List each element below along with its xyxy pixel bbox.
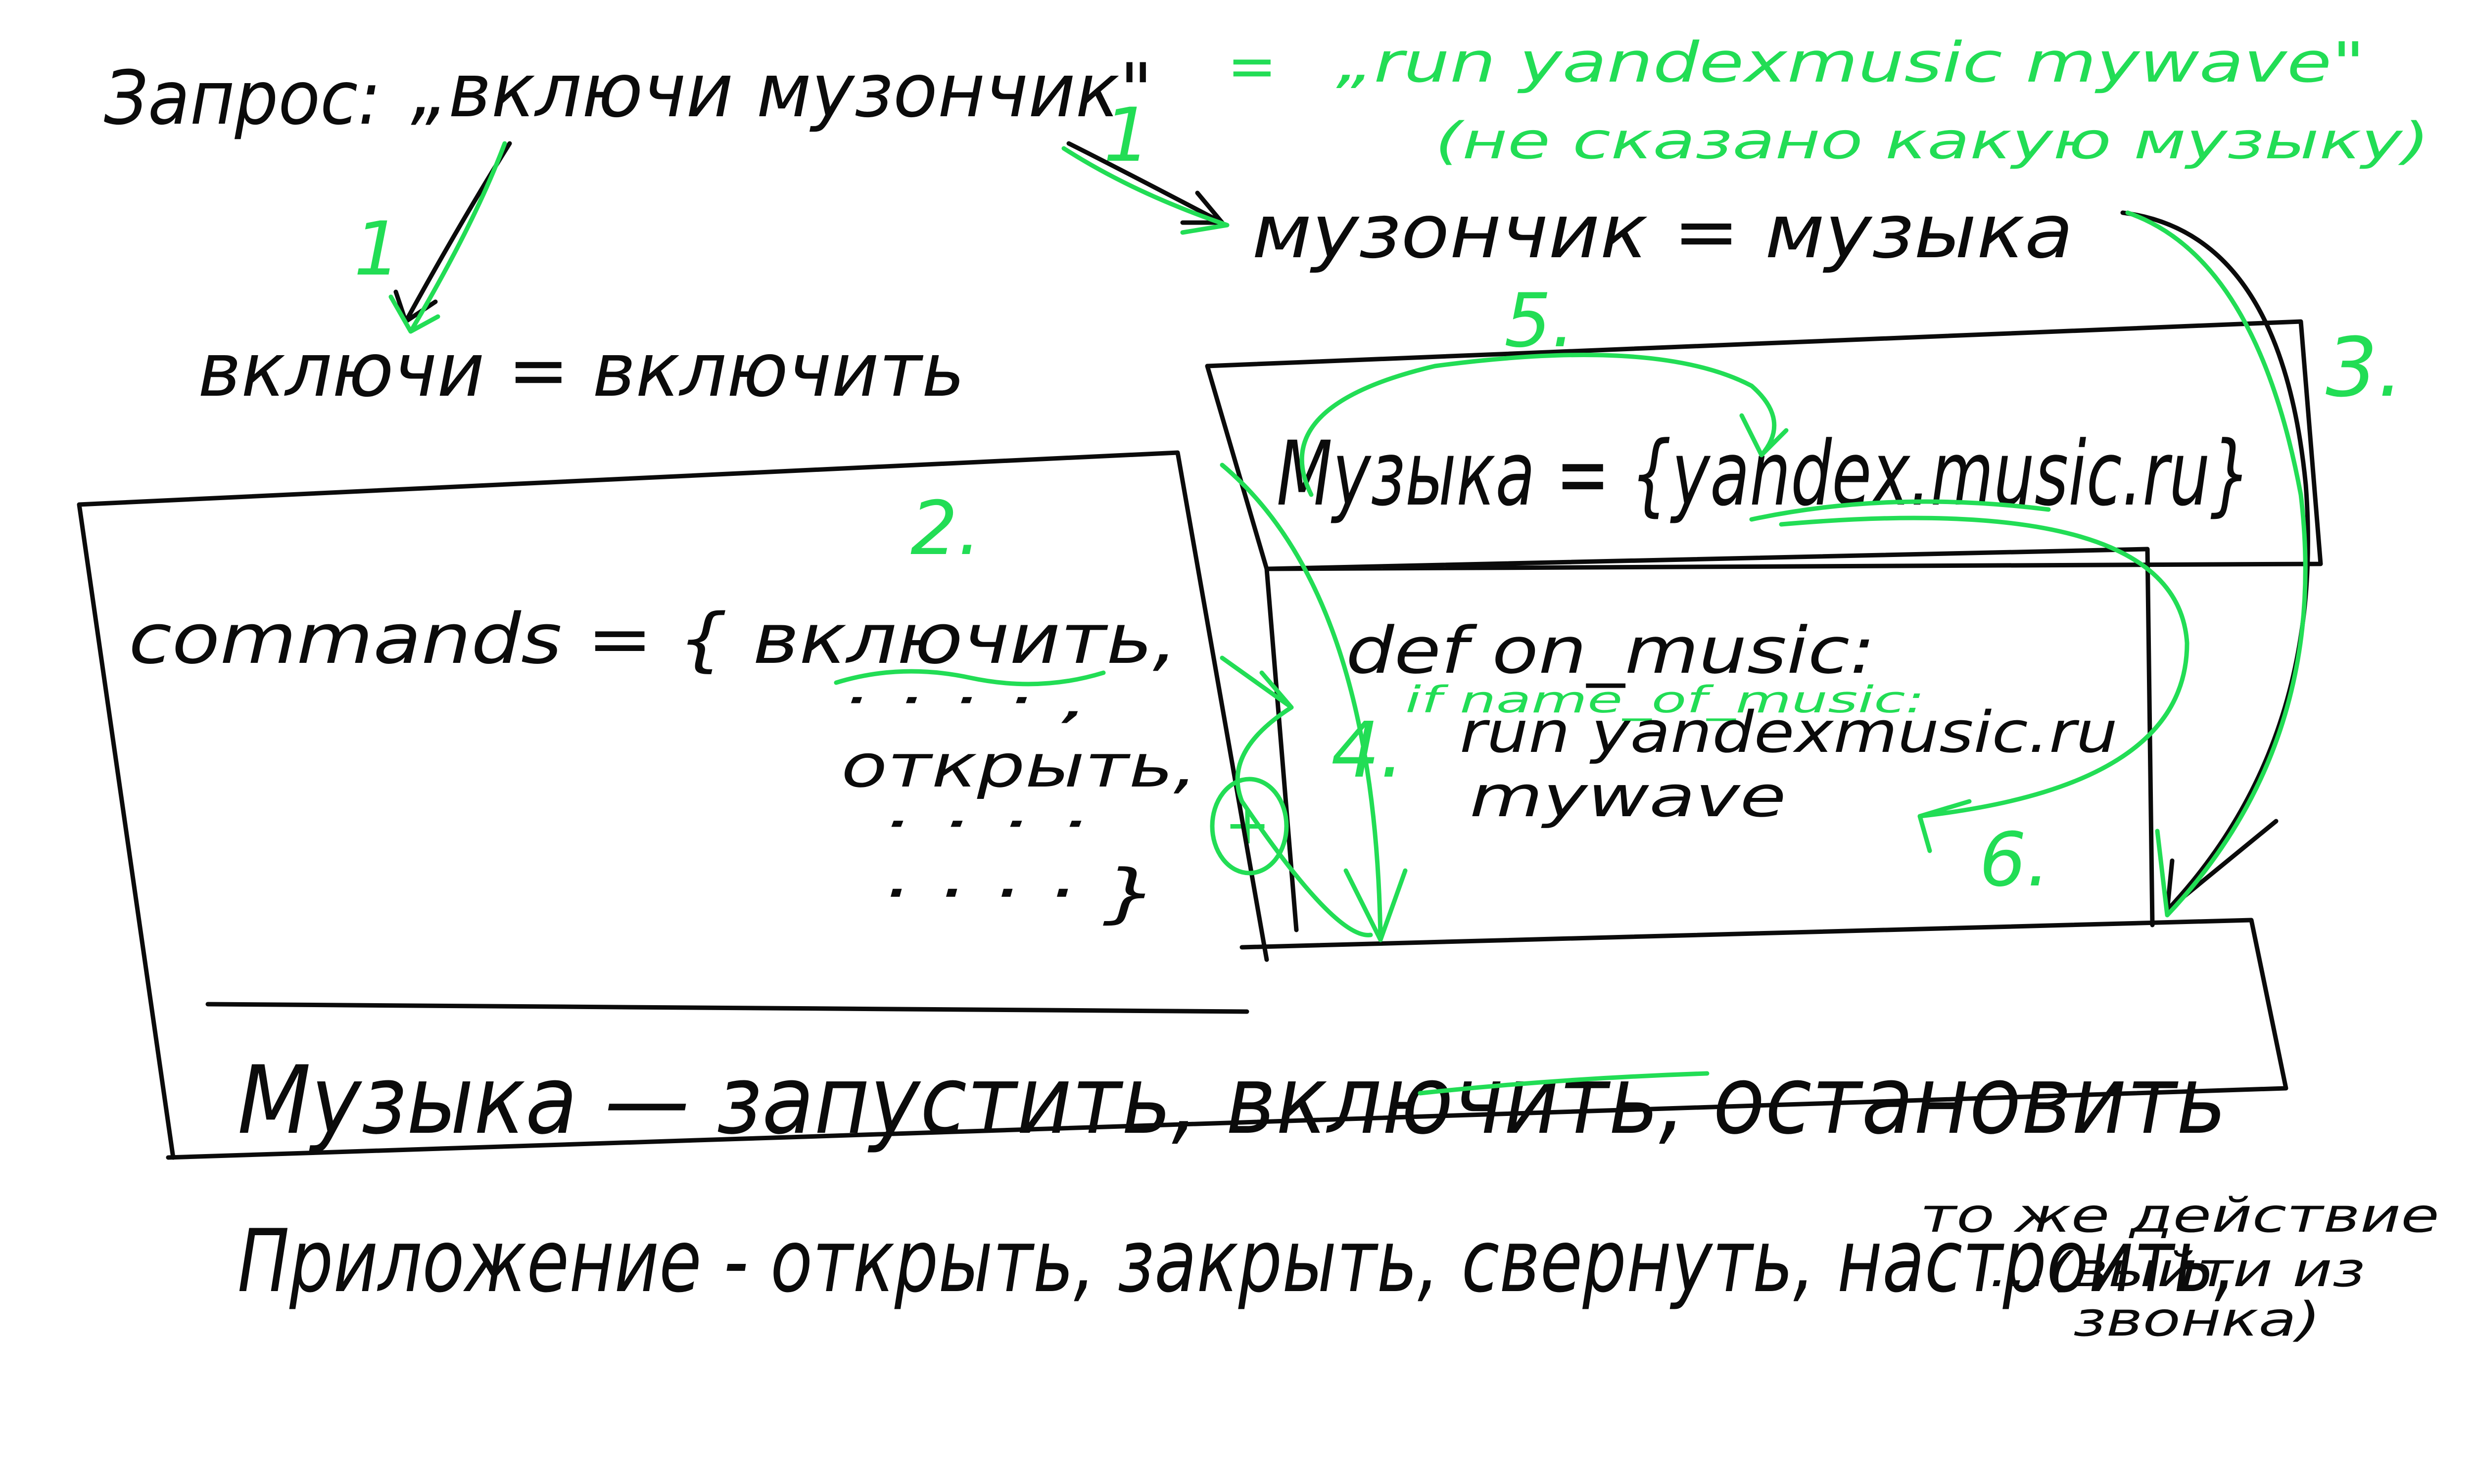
step-label-1-left: 1: [354, 206, 401, 292]
commands-line-2: открыть,: [841, 732, 1197, 801]
definition-verb: включи = включить: [198, 327, 965, 414]
whiteboard: = „run yandexmusic mywave" (не сказано к…: [0, 0, 2474, 1484]
music-def-line: def on_music:: [1346, 613, 1875, 688]
commands-line-1: commands = { включить,: [129, 599, 1178, 680]
definition-noun: музончик = музыка: [1252, 189, 2073, 275]
commands-line-3: · · · · }: [881, 855, 1158, 930]
translation-text: „run yandexmusic mywave": [1336, 31, 2365, 95]
request-label: Запрос:: [104, 55, 381, 141]
music-mywave-line: mywave: [1470, 764, 1786, 830]
translation-note: (не сказано какую музыку): [1435, 112, 2429, 171]
app-row-tail-2: ...(выйти из: [1989, 1243, 2365, 1298]
app-row-tail-1: то же действие: [1920, 1189, 2439, 1243]
commands-dots-1: · · · · ,: [841, 671, 1089, 729]
green-arrow-request-to-verb: [388, 141, 507, 334]
step-label-6: 6.: [1979, 817, 2050, 903]
music-box-header: Музыка = {yandex.music.ru}: [1277, 422, 2251, 526]
app-row-tail-3: звонка): [2073, 1293, 2321, 1347]
music-run-line: run yandexmusic.ru: [1460, 699, 2118, 766]
request-phrase: „включи музончик": [411, 48, 1153, 134]
step-label-3: 3.: [2326, 320, 2403, 415]
equals-sign: =: [1227, 32, 1277, 101]
commands-dots-2: · · · ·: [881, 795, 1089, 853]
step-label-2: 2.: [910, 486, 981, 572]
sketch-canvas: = „run yandexmusic mywave" (не сказано к…: [77, 31, 2439, 1347]
